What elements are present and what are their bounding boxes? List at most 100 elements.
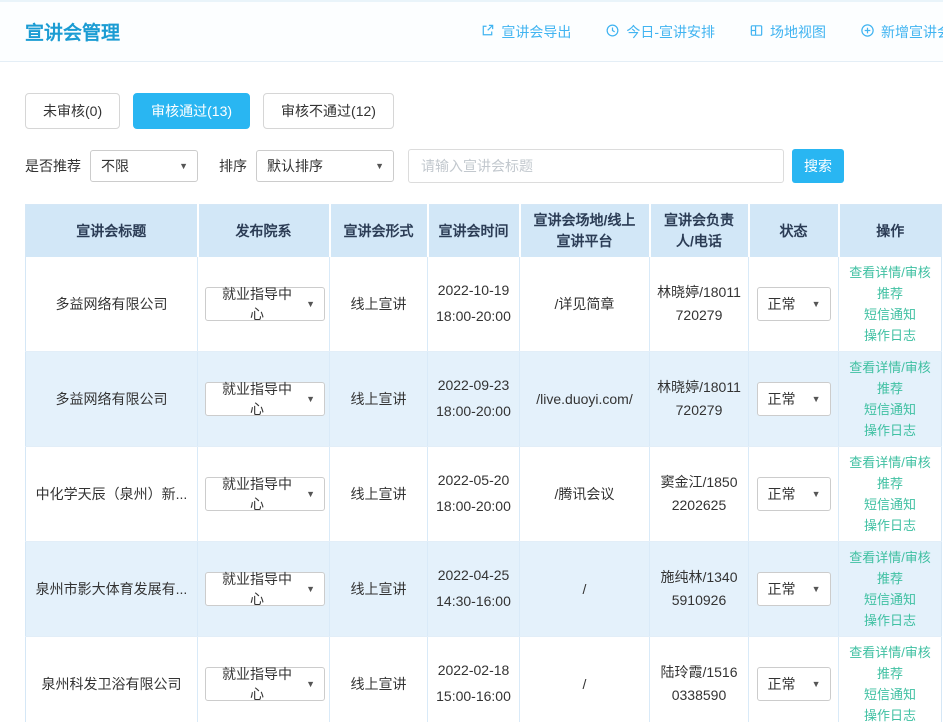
column-header-status: 状态 [749,205,839,257]
contact-cell: 窦金江/18502202625 [650,447,749,542]
clock-icon [605,23,620,41]
table-row: 中化学天辰（泉州）新... 就业指导中心 ▼ 线上宣讲 2022-05-20 1… [26,447,942,542]
action-link[interactable]: 短信通知 [846,495,934,514]
today-schedule-link[interactable]: 今日-宣讲安排 [605,22,715,42]
venue-view-link[interactable]: 场地视图 [749,22,826,42]
action-link[interactable]: 操作日志 [846,706,934,722]
column-header-department: 发布院系 [198,205,330,257]
status-select[interactable]: 正常 ▼ [757,667,831,701]
chevron-down-icon: ▼ [812,489,821,499]
status-select-value: 正常 [768,674,796,694]
action-link[interactable]: 短信通知 [846,305,934,324]
time-cell: 2022-09-23 18:00-20:00 [428,352,520,447]
department-select[interactable]: 就业指导中心 ▼ [205,667,325,701]
plus-circle-icon [860,23,875,41]
contact-name: 林晓婷/ [657,284,703,300]
sort-select[interactable]: 默认排序 ▼ [256,150,394,182]
department-select[interactable]: 就业指导中心 ▼ [205,287,325,321]
sort-select-value: 默认排序 [267,156,323,176]
search-input[interactable] [408,149,784,183]
event-title-cell: 泉州科发卫浴有限公司 [26,637,198,722]
action-link[interactable]: 短信通知 [846,590,934,609]
action-link[interactable]: 操作日志 [846,516,934,535]
export-link[interactable]: 宣讲会导出 [480,22,571,42]
action-link[interactable]: 短信通知 [846,400,934,419]
chevron-down-icon: ▼ [812,679,821,689]
export-link-label: 宣讲会导出 [501,22,571,42]
sort-filter-label: 排序 [219,156,247,176]
format-cell: 线上宣讲 [330,352,428,447]
status-cell: 正常 ▼ [749,257,839,352]
department-select[interactable]: 就业指导中心 ▼ [205,382,325,416]
action-link[interactable]: 查看详情/审核 [846,453,934,472]
status-select-value: 正常 [768,484,796,504]
action-link[interactable]: 查看详情/审核 [846,643,934,662]
action-link[interactable]: 查看详情/审核 [846,548,934,567]
format-cell: 线上宣讲 [330,447,428,542]
contact-name: 陆玲霞/ [660,664,706,680]
contact-name: 林晓婷/ [657,379,703,395]
time-cell: 2022-02-18 15:00-16:00 [428,637,520,722]
status-cell: 正常 ▼ [749,542,839,637]
action-link[interactable]: 推荐 [846,379,934,398]
time-cell: 2022-10-19 18:00-20:00 [428,257,520,352]
format-cell: 线上宣讲 [330,542,428,637]
filter-row: 是否推荐 不限 ▼ 排序 默认排序 ▼ 搜索 [25,149,943,183]
action-links: 查看详情/审核推荐短信通知操作日志 [846,451,934,537]
action-link[interactable]: 操作日志 [846,611,934,630]
tab-rejected[interactable]: 审核不通过(12) [263,93,394,129]
status-select-value: 正常 [768,389,796,409]
action-link[interactable]: 推荐 [846,284,934,303]
operations-cell: 查看详情/审核推荐短信通知操作日志 [839,352,942,447]
operations-cell: 查看详情/审核推荐短信通知操作日志 [839,257,942,352]
action-link[interactable]: 查看详情/审核 [846,263,934,282]
chevron-down-icon: ▼ [306,299,315,309]
operations-cell: 查看详情/审核推荐短信通知操作日志 [839,447,942,542]
contact-cell: 施纯林/13405910926 [650,542,749,637]
status-select[interactable]: 正常 ▼ [757,572,831,606]
tab-unreviewed[interactable]: 未审核(0) [25,93,120,129]
column-header-contact: 宣讲会负责人/电话 [650,205,749,257]
format-cell: 线上宣讲 [330,257,428,352]
add-event-link[interactable]: 新增宣讲会 [860,22,943,42]
page-header: 宣讲会管理 宣讲会导出 今日-宣讲安排 场地视图 新增宣讲会 [0,0,943,62]
department-select-value: 就业指导中心 [216,379,298,419]
status-select[interactable]: 正常 ▼ [757,477,831,511]
search-button[interactable]: 搜索 [792,149,844,183]
action-link[interactable]: 推荐 [846,569,934,588]
chevron-down-icon: ▼ [306,679,315,689]
action-link[interactable]: 推荐 [846,474,934,493]
action-link[interactable]: 短信通知 [846,685,934,704]
department-select-value: 就业指导中心 [216,664,298,704]
action-link[interactable]: 查看详情/审核 [846,358,934,377]
event-title-cell: 中化学天辰（泉州）新... [26,447,198,542]
status-cell: 正常 ▼ [749,352,839,447]
venue-cell: /live.duoyi.com/ [520,352,650,447]
action-link[interactable]: 操作日志 [846,326,934,345]
recommend-select-value: 不限 [101,156,129,176]
chevron-down-icon: ▼ [179,161,188,171]
table-row: 泉州科发卫浴有限公司 就业指导中心 ▼ 线上宣讲 2022-02-18 15:0… [26,637,942,722]
department-cell: 就业指导中心 ▼ [198,352,330,447]
action-link[interactable]: 操作日志 [846,421,934,440]
add-event-link-label: 新增宣讲会 [881,22,943,42]
contact-cell: 陆玲霞/15160338590 [650,637,749,722]
events-table: 宣讲会标题 发布院系 宣讲会形式 宣讲会时间 宣讲会场地/线上宣讲平台 宣讲会负… [25,204,942,722]
status-select-value: 正常 [768,579,796,599]
recommend-select[interactable]: 不限 ▼ [90,150,198,182]
status-select[interactable]: 正常 ▼ [757,382,831,416]
event-title-cell: 泉州市影大体育发展有... [26,542,198,637]
venue-cell: / [520,542,650,637]
layout-icon [749,23,764,41]
action-link[interactable]: 推荐 [846,664,934,683]
table-header: 宣讲会标题 发布院系 宣讲会形式 宣讲会时间 宣讲会场地/线上宣讲平台 宣讲会负… [26,205,942,257]
department-select[interactable]: 就业指导中心 ▼ [205,477,325,511]
table-row: 多益网络有限公司 就业指导中心 ▼ 线上宣讲 2022-09-23 18:00-… [26,352,942,447]
status-select-value: 正常 [768,294,796,314]
venue-cell: / [520,637,650,722]
tab-approved[interactable]: 审核通过(13) [133,93,250,129]
department-cell: 就业指导中心 ▼ [198,447,330,542]
department-select[interactable]: 就业指导中心 ▼ [205,572,325,606]
status-select[interactable]: 正常 ▼ [757,287,831,321]
table-row: 泉州市影大体育发展有... 就业指导中心 ▼ 线上宣讲 2022-04-25 1… [26,542,942,637]
